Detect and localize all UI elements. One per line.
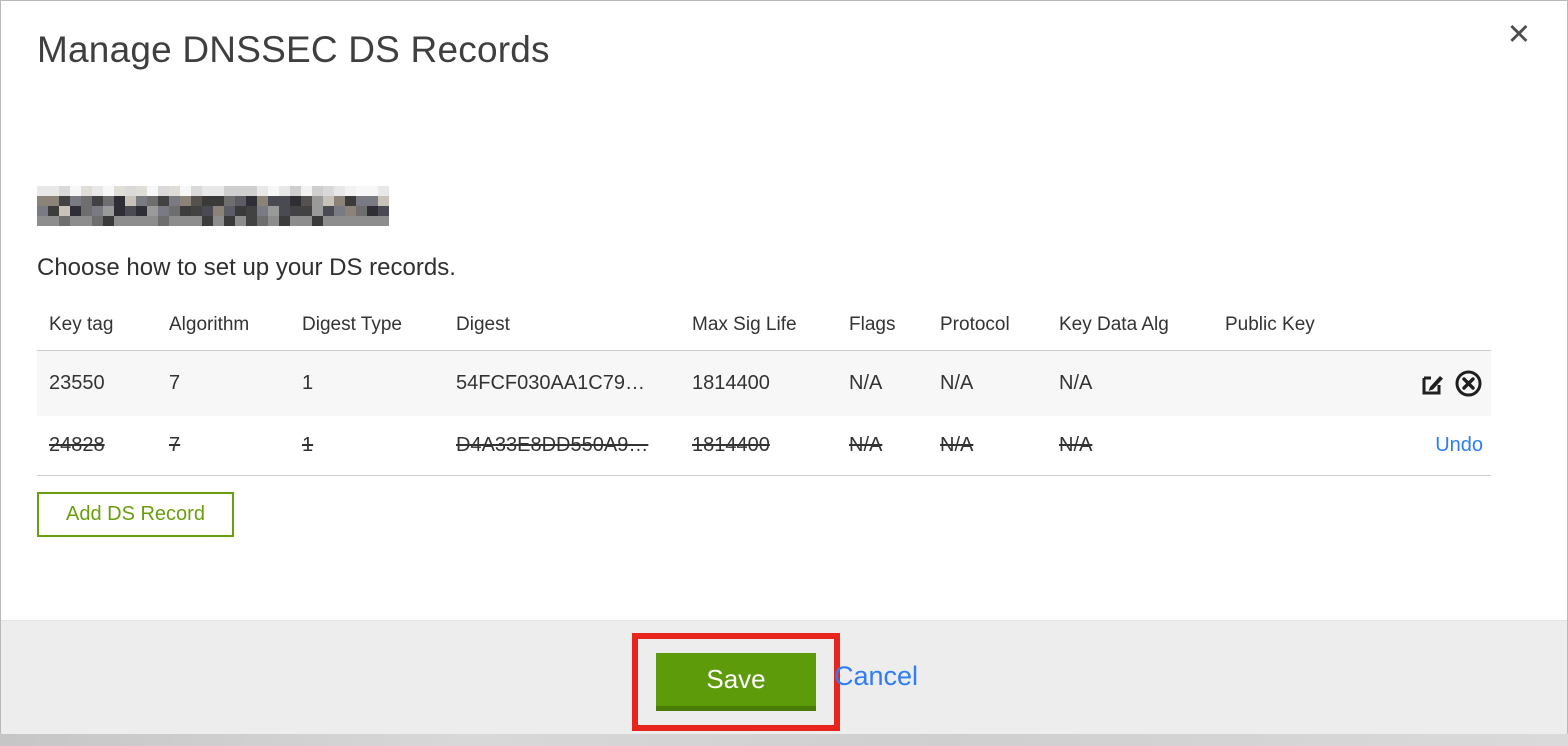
cell-protocol: N/A: [940, 372, 974, 394]
cell-algorithm: 7: [169, 372, 181, 394]
cell-flags: N/A: [849, 434, 883, 456]
table-row: 23550 7 1 54FCF030AA1C79… 1814400 N/A N/…: [37, 350, 1491, 417]
cell-key-data-alg: N/A: [1059, 372, 1093, 394]
close-icon[interactable]: ✕: [1507, 21, 1531, 50]
undo-link[interactable]: Undo: [1435, 434, 1483, 456]
dialog-body: Choose how to set up your DS records. Ke…: [1, 186, 1567, 537]
cell-key-data-alg: N/A: [1059, 434, 1093, 456]
background-page-edge: [0, 734, 1568, 746]
cell-public-key: [1213, 416, 1343, 476]
cell-flags: N/A: [849, 372, 883, 394]
cell-digest-type: 1: [302, 434, 314, 456]
col-key-data-alg: Key Data Alg: [1059, 314, 1169, 335]
cell-max-sig-life: 1814400: [692, 372, 770, 394]
cell-max-sig-life: 1814400: [692, 434, 770, 456]
manage-dnssec-dialog: Manage DNSSEC DS Records ✕ Choose how to…: [0, 0, 1568, 740]
redacted-domain-name: [37, 186, 389, 226]
dialog-footer: Save Cancel: [1, 620, 1567, 739]
cell-public-key: [1213, 351, 1343, 417]
cell-algorithm: 7: [169, 434, 181, 456]
col-algorithm: Algorithm: [169, 314, 250, 335]
col-key-tag: Key tag: [49, 314, 114, 335]
col-digest-type: Digest Type: [302, 314, 402, 335]
edit-record-icon[interactable]: [1419, 370, 1446, 397]
cell-key-tag: 24828: [49, 434, 105, 456]
cancel-link[interactable]: Cancel: [834, 661, 918, 692]
row-actions: Undo: [1343, 416, 1491, 476]
subtitle-text: Choose how to set up your DS records.: [37, 254, 456, 281]
col-protocol: Protocol: [940, 314, 1010, 335]
cell-digest-type: 1: [302, 372, 314, 394]
remove-record-icon[interactable]: [1454, 369, 1483, 398]
annotation-highlight-box: Save: [632, 633, 840, 731]
ds-records-table: Key tag Algorithm Digest Type Digest Max…: [37, 302, 1491, 476]
cell-protocol: N/A: [940, 434, 974, 456]
table-header-row: Key tag Algorithm Digest Type Digest Max…: [37, 302, 1491, 351]
cell-digest: 54FCF030AA1C79…: [456, 372, 645, 394]
col-public-key: Public Key: [1225, 314, 1315, 335]
col-actions: [1343, 302, 1491, 351]
cell-digest: D4A33E8DD550A9…: [456, 434, 649, 456]
row-actions: [1343, 351, 1491, 417]
dialog-header: Manage DNSSEC DS Records ✕: [1, 1, 1567, 71]
cell-key-tag: 23550: [49, 372, 105, 394]
save-button[interactable]: Save: [656, 653, 816, 711]
col-max-sig-life: Max Sig Life: [692, 314, 797, 335]
page-title: Manage DNSSEC DS Records: [37, 29, 550, 70]
col-digest: Digest: [456, 314, 510, 335]
col-flags: Flags: [849, 314, 896, 335]
table-row-deleted: 24828 7 1 D4A33E8DD550A9… 1814400 N/A N/…: [37, 416, 1491, 476]
add-ds-record-button[interactable]: Add DS Record: [37, 492, 234, 537]
